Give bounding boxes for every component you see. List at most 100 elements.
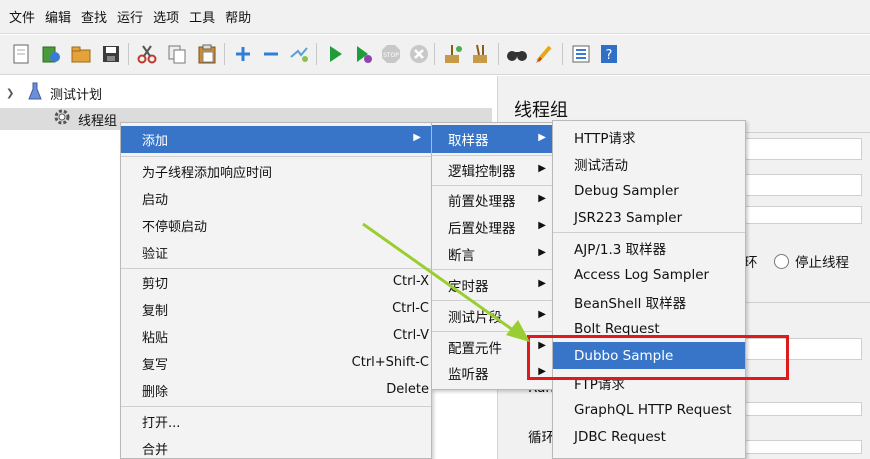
menu-item-start-no-pauses[interactable]: 不停顿启动	[121, 212, 431, 239]
templates-icon[interactable]	[38, 41, 64, 67]
submenu-item-test-fragment[interactable]: 测试片段 ▶	[432, 302, 554, 330]
submenu-arrow-icon: ▶	[413, 132, 421, 143]
collapse-icon[interactable]	[258, 41, 284, 67]
submenu-item-post-processor[interactable]: 后置处理器 ▶	[432, 213, 554, 241]
menu-item-label: 剪切	[142, 277, 169, 292]
menu-edit[interactable]: 编辑	[40, 7, 76, 26]
ramp-up-field[interactable]	[728, 402, 862, 416]
panel-title: 线程组	[514, 100, 568, 121]
svg-text:STOP: STOP	[383, 52, 399, 59]
submenu-item-sampler[interactable]: 取样器 ▶	[432, 125, 554, 153]
menu-item-label: 验证	[142, 247, 169, 262]
submenu-item-label: 后置处理器	[448, 221, 516, 237]
start-no-pause-icon[interactable]	[350, 41, 376, 67]
radio-icon	[774, 253, 789, 269]
submenu-arrow-icon: ▶	[538, 278, 546, 289]
menu-options[interactable]: 选项	[148, 7, 184, 26]
menu-file[interactable]: 文件	[4, 7, 40, 26]
sampler-access-log[interactable]: Access Log Sampler	[553, 261, 745, 288]
sampler-label: JSR223 Sampler	[574, 209, 683, 226]
menu-item-label: 为子线程添加响应时间	[142, 166, 273, 181]
submenu-item-label: 断言	[448, 248, 475, 264]
sampler-label: BeanShell 取样器	[574, 295, 687, 312]
submenu-item-logic-controller[interactable]: 逻辑控制器 ▶	[432, 156, 554, 184]
loop-count-label: 循环	[528, 430, 555, 446]
tree-item-test-plan[interactable]: ❯ 测试计划	[6, 82, 102, 104]
loop-option-partial: 环	[744, 255, 758, 271]
sampler-submenu: HTTP请求 测试活动 Debug Sampler JSR223 Sampler…	[552, 120, 746, 459]
menu-item-start[interactable]: 启动	[121, 185, 431, 212]
clear-all-icon[interactable]	[468, 41, 494, 67]
sampler-test-action[interactable]: 测试活动	[553, 150, 745, 177]
shortcut-label: Delete	[386, 382, 429, 397]
menu-item-label: 合并	[142, 443, 169, 458]
new-icon[interactable]	[8, 41, 34, 67]
submenu-arrow-icon: ▶	[538, 163, 546, 174]
expand-icon[interactable]	[230, 41, 256, 67]
submenu-item-pre-processor[interactable]: 前置处理器 ▶	[432, 186, 554, 214]
sampler-debug[interactable]: Debug Sampler	[553, 177, 745, 204]
submenu-item-label: 监听器	[448, 367, 489, 383]
menu-item-add-response-time[interactable]: 为子线程添加响应时间	[121, 158, 431, 185]
menu-item-delete[interactable]: 删除 Delete	[121, 377, 431, 404]
sampler-jsr223[interactable]: JSR223 Sampler	[553, 204, 745, 231]
menu-item-validate[interactable]: 验证	[121, 239, 431, 266]
menu-item-open[interactable]: 打开...	[121, 408, 431, 435]
menu-item-cut[interactable]: 剪切 Ctrl-X	[121, 269, 431, 296]
svg-text:?: ?	[606, 48, 613, 63]
submenu-item-assertion[interactable]: 断言 ▶	[432, 240, 554, 268]
stop-icon[interactable]: STOP	[378, 41, 404, 67]
name-field[interactable]	[728, 138, 862, 160]
comment-field[interactable]	[728, 174, 862, 196]
error-action-box	[728, 206, 862, 224]
tree-label-test-plan: 测试计划	[50, 87, 103, 103]
menu-item-duplicate[interactable]: 复写 Ctrl+Shift-C	[121, 350, 431, 377]
shutdown-icon[interactable]	[406, 41, 432, 67]
clear-icon[interactable]	[440, 41, 466, 67]
context-menu: 添加 ▶ 为子线程添加响应时间 启动 不停顿启动 验证 剪切 Ctrl-X 复制…	[120, 122, 432, 459]
menu-item-label: 粘贴	[142, 331, 169, 346]
search-icon[interactable]	[504, 41, 530, 67]
sampler-http-request[interactable]: HTTP请求	[553, 123, 745, 150]
sampler-label: Debug Sampler	[574, 182, 679, 199]
open-icon[interactable]	[68, 41, 94, 67]
menu-item-label: 复制	[142, 304, 169, 319]
sampler-jdbc[interactable]: JDBC Request	[553, 423, 745, 450]
sampler-graphql[interactable]: GraphQL HTTP Request	[553, 396, 745, 423]
menu-tools[interactable]: 工具	[184, 7, 220, 26]
menu-item-label: 打开...	[142, 416, 181, 431]
loop-count-field[interactable]	[728, 440, 862, 454]
start-icon[interactable]	[322, 41, 348, 67]
reset-search-icon[interactable]	[532, 41, 558, 67]
toggle-icon[interactable]	[286, 41, 312, 67]
copy-icon[interactable]	[164, 41, 190, 67]
paste-icon[interactable]	[194, 41, 220, 67]
menu-item-paste[interactable]: 粘贴 Ctrl-V	[121, 323, 431, 350]
stop-thread-label: 停止线程	[795, 255, 849, 271]
submenu-item-label: 定时器	[448, 279, 489, 295]
sampler-label: GraphQL HTTP Request	[574, 401, 732, 418]
menu-item-copy[interactable]: 复制 Ctrl-C	[121, 296, 431, 323]
help-icon[interactable]: ?	[596, 41, 622, 67]
gear-icon	[54, 109, 74, 129]
menu-item-label: 删除	[142, 385, 169, 400]
tree-label-thread-group: 线程组	[78, 113, 118, 129]
function-helper-icon[interactable]	[568, 41, 594, 67]
menu-run[interactable]: 运行	[112, 7, 148, 26]
menu-item-merge[interactable]: 合并	[121, 435, 431, 458]
submenu-item-label: 取样器	[448, 133, 489, 149]
menu-item-add[interactable]: 添加 ▶	[121, 126, 431, 153]
submenu-item-label: 配置元件	[448, 341, 502, 357]
save-icon[interactable]	[98, 41, 124, 67]
menu-help[interactable]: 帮助	[220, 7, 256, 26]
cut-icon[interactable]	[134, 41, 160, 67]
tree-item-thread-group[interactable]: 线程组	[54, 108, 117, 130]
submenu-item-timer[interactable]: 定时器 ▶	[432, 271, 554, 299]
menu-search[interactable]: 查找	[76, 7, 112, 26]
sampler-label: 测试活动	[574, 157, 628, 174]
menu-item-label: 启动	[142, 193, 169, 208]
sampler-beanshell[interactable]: BeanShell 取样器	[553, 288, 745, 315]
sampler-ajp[interactable]: AJP/1.3 取样器	[553, 234, 745, 261]
chevron-down-icon[interactable]: ❯	[6, 88, 20, 99]
stop-thread-radio[interactable]: 停止线程	[774, 251, 849, 271]
